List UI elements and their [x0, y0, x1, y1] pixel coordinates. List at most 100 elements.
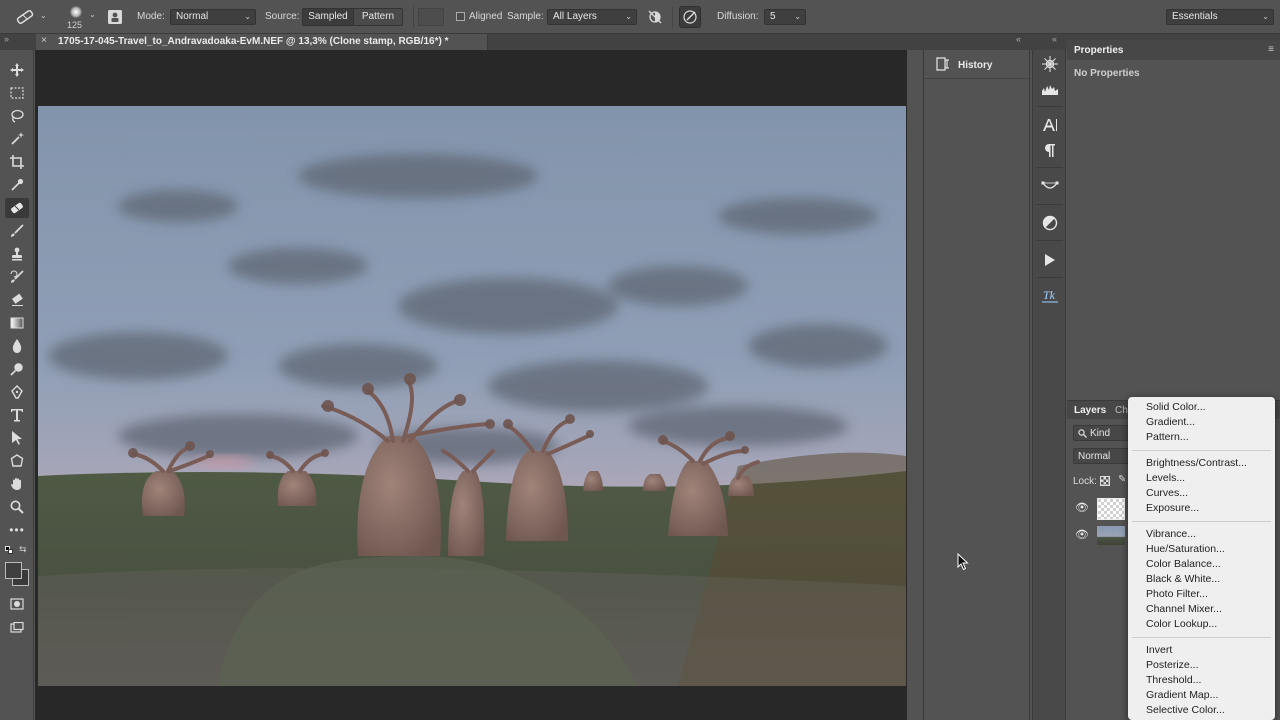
more-tools-icon: ••• — [9, 523, 25, 537]
document-canvas[interactable] — [38, 106, 906, 686]
brush-tool[interactable] — [5, 221, 29, 241]
workspace-select[interactable]: Essentials ⌄ — [1166, 9, 1274, 25]
menu-item-brightness-contrast[interactable]: Brightness/Contrast... — [1146, 457, 1247, 470]
menu-item-pattern[interactable]: Pattern... — [1146, 431, 1189, 444]
ignore-adjustment-layers-button[interactable] — [646, 9, 664, 25]
eraser-tool[interactable] — [5, 290, 29, 310]
menu-item-channel-mixer[interactable]: Channel Mixer... — [1146, 603, 1222, 616]
diffusion-select[interactable]: 5 ⌄ — [764, 9, 806, 25]
navigator-panel-button[interactable] — [1038, 53, 1062, 75]
dodge-tool[interactable] — [5, 359, 29, 379]
type-tool[interactable] — [5, 405, 29, 425]
menu-item-gradient-map[interactable]: Gradient Map... — [1146, 689, 1218, 702]
properties-tab[interactable]: Properties — [1074, 45, 1123, 56]
swap-colors-icon[interactable]: ⇆ — [19, 544, 27, 555]
magic-wand-tool[interactable] — [5, 129, 29, 149]
mode-select[interactable]: Normal ⌄ — [170, 9, 256, 25]
collapse-panel-icon[interactable]: « — [1016, 34, 1021, 44]
lasso-icon — [11, 109, 24, 123]
blend-mode-select[interactable]: Normal — [1073, 448, 1129, 464]
panel-menu-icon[interactable]: ≡ — [1268, 44, 1274, 55]
channels-tab[interactable]: Ch — [1115, 405, 1128, 416]
ignore-adjustments-icon — [648, 10, 662, 24]
clone-source-panel-button[interactable] — [107, 9, 123, 25]
menu-item-invert[interactable]: Invert — [1146, 644, 1172, 657]
pen-tool[interactable] — [5, 382, 29, 402]
lock-image-pixels-icon[interactable]: ✎ — [1118, 474, 1126, 485]
menu-item-selective-color[interactable]: Selective Color... — [1146, 704, 1225, 717]
shape-icon — [10, 454, 24, 467]
collapse-toolbar-icon[interactable]: » — [4, 34, 9, 44]
marquee-tool[interactable] — [5, 83, 29, 103]
character-panel-button[interactable] — [1038, 114, 1062, 136]
layer-row[interactable]: 👁 — [1067, 523, 1129, 549]
eraser-icon — [12, 293, 23, 306]
menu-item-threshold[interactable]: Threshold... — [1146, 674, 1201, 687]
move-tool[interactable] — [5, 60, 29, 80]
brush-size: 125 — [67, 20, 83, 30]
shape-tool[interactable] — [5, 451, 29, 471]
sample-select[interactable]: All Layers ⌄ — [547, 9, 637, 25]
history-brush-tool[interactable] — [5, 267, 29, 287]
histogram-panel-button[interactable] — [1038, 78, 1062, 100]
eye-icon[interactable]: 👁 — [1075, 501, 1089, 514]
aligned-checkbox[interactable] — [456, 12, 465, 21]
lasso-tool[interactable] — [5, 106, 29, 126]
paths-panel-button[interactable] — [1038, 176, 1062, 198]
quick-mask-button[interactable] — [5, 594, 29, 614]
menu-item-black-white[interactable]: Black & White... — [1146, 573, 1220, 586]
menu-item-posterize[interactable]: Posterize... — [1146, 659, 1199, 672]
menu-item-photo-filter[interactable]: Photo Filter... — [1146, 588, 1208, 601]
plugin-tk-panel-button[interactable]: Tk — [1038, 285, 1062, 307]
paragraph-panel-button[interactable] — [1038, 139, 1062, 161]
baobab-landscape-photo — [38, 106, 906, 686]
layers-tab[interactable]: Layers — [1074, 405, 1106, 416]
clone-stamp-tool[interactable] — [5, 244, 29, 264]
lock-transparent-pixels-button[interactable] — [1100, 476, 1110, 486]
source-sampled-button[interactable]: Sampled — [302, 8, 354, 26]
gradient-tool[interactable] — [5, 313, 29, 333]
brush-preset-picker[interactable]: 125 ⌄ — [64, 4, 100, 32]
screen-mode-button[interactable] — [5, 618, 29, 638]
close-icon[interactable]: × — [41, 35, 47, 46]
brush-tip-icon — [70, 6, 82, 18]
adjustments-panel-button[interactable] — [1038, 212, 1062, 234]
menu-item-color-balance[interactable]: Color Balance... — [1146, 558, 1221, 571]
healing-brush-tool[interactable] — [5, 198, 29, 218]
zoom-tool[interactable] — [5, 497, 29, 517]
healing-brush-icon — [16, 9, 34, 25]
clone-stamp-icon — [12, 247, 22, 261]
more-tools-button[interactable]: ••• — [5, 520, 29, 540]
hand-tool[interactable] — [5, 474, 29, 494]
adjustments-icon — [1042, 215, 1058, 231]
menu-item-curves[interactable]: Curves... — [1146, 487, 1188, 500]
blur-tool[interactable] — [5, 336, 29, 356]
tool-preset-picker[interactable]: ⌄ — [14, 8, 48, 26]
menu-item-gradient[interactable]: Gradient... — [1146, 416, 1195, 429]
paragraph-icon — [1045, 144, 1055, 157]
layer-thumbnail — [1097, 526, 1125, 545]
source-pattern-button[interactable]: Pattern — [353, 8, 403, 26]
history-tab[interactable]: History — [924, 50, 1031, 78]
chevron-down-icon: ⌄ — [89, 10, 96, 19]
crop-tool[interactable] — [5, 152, 29, 172]
pressure-size-button[interactable] — [679, 6, 701, 28]
eyedropper-tool[interactable] — [5, 175, 29, 195]
eye-icon[interactable]: 👁 — [1075, 528, 1089, 541]
layer-filter-select[interactable]: Kind — [1073, 425, 1129, 441]
menu-item-hue-saturation[interactable]: Hue/Saturation... — [1146, 543, 1225, 556]
menu-item-color-lookup[interactable]: Color Lookup... — [1146, 618, 1217, 631]
menu-item-vibrance[interactable]: Vibrance... — [1146, 528, 1196, 541]
actions-panel-button[interactable] — [1038, 249, 1062, 271]
menu-item-levels[interactable]: Levels... — [1146, 472, 1185, 485]
menu-item-solid-color[interactable]: Solid Color... — [1146, 401, 1206, 414]
layer-row[interactable]: 👁 — [1067, 496, 1129, 522]
menu-item-exposure[interactable]: Exposure... — [1146, 502, 1199, 515]
path-selection-tool[interactable] — [5, 428, 29, 448]
document-tab[interactable]: × 1705-17-045-Travel_to_Andravadoaka-EvM… — [36, 34, 488, 50]
pen-icon — [11, 385, 23, 399]
foreground-color-swatch[interactable] — [5, 562, 22, 579]
collapse-panel-icon[interactable]: « — [1052, 34, 1057, 44]
panel-divider — [1037, 204, 1063, 205]
default-colors-icon[interactable] — [5, 546, 13, 554]
